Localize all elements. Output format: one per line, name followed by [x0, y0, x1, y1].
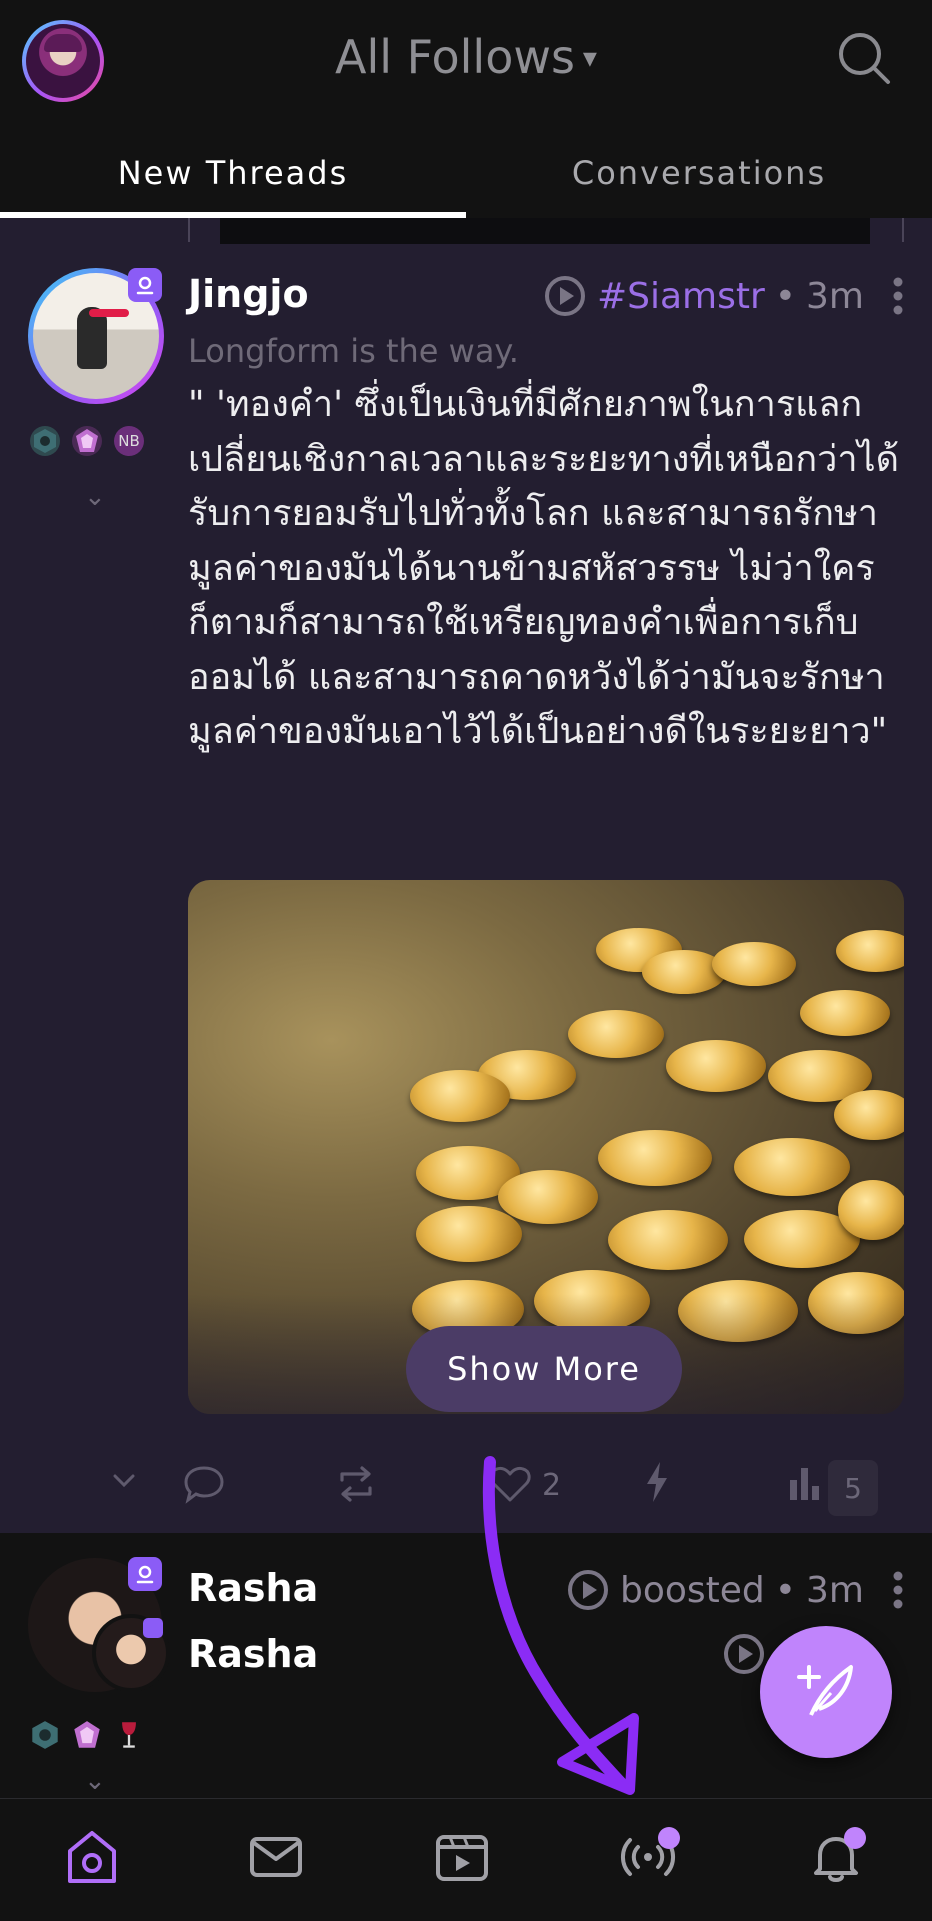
chevron-down-icon[interactable]: [110, 1466, 138, 1494]
repost-icon[interactable]: [332, 1462, 380, 1506]
feed-title: All Follows: [335, 30, 575, 84]
play-icon[interactable]: [543, 274, 587, 318]
boosted-author-name[interactable]: Rasha: [188, 1632, 318, 1676]
gold-coin: [568, 1010, 664, 1058]
gold-coin: [838, 1180, 904, 1240]
stats-count[interactable]: 5: [828, 1460, 878, 1516]
live-indicator-dot: [658, 1827, 680, 1849]
notification-dot: [844, 1827, 866, 1849]
badge-wine-glass-icon: [122, 1722, 136, 1748]
top-bar: All Follows ▾: [0, 0, 932, 128]
badge-gem-icon: [74, 1721, 100, 1748]
bottom-navigation: [0, 1798, 932, 1921]
stats-icon[interactable]: [788, 1464, 822, 1502]
more-options-icon[interactable]: [892, 276, 904, 316]
meta-separator: •: [774, 275, 797, 317]
more-options-icon[interactable]: [892, 1570, 904, 1610]
small-verified-badge-icon: [143, 1618, 163, 1638]
post-meta: #Siamstr • 3m: [543, 274, 904, 318]
feed-tabs: New Threads Conversations: [0, 128, 932, 219]
gold-coin: [734, 1138, 850, 1196]
post-actions: [0, 1456, 932, 1516]
boost-time: 3m: [806, 1569, 864, 1611]
gold-coin: [608, 1210, 728, 1270]
author-subtitle: Longform is the way.: [188, 332, 519, 370]
badge-hexagon-icon: [30, 426, 60, 456]
play-icon[interactable]: [566, 1568, 610, 1612]
author-name[interactable]: Jingjo: [188, 272, 309, 316]
gold-coin: [416, 1206, 522, 1262]
hashtag-link[interactable]: #Siamstr: [597, 276, 765, 317]
verified-badge-icon: [128, 1557, 162, 1591]
gold-coin: [498, 1170, 598, 1224]
boosted-label: boosted: [620, 1569, 765, 1611]
post-time: 3m: [806, 275, 864, 317]
compose-button[interactable]: [760, 1626, 892, 1758]
media-icon[interactable]: [432, 1827, 492, 1887]
feed-selector[interactable]: All Follows ▾: [0, 30, 932, 84]
booster-name[interactable]: Rasha: [188, 1566, 318, 1610]
messages-icon[interactable]: [246, 1827, 306, 1887]
gold-coin: [800, 990, 890, 1036]
post-text: " 'ทองคำ' ซึ่งเป็นเงินที่มีศักยภาพในการแ…: [188, 384, 900, 752]
badge-nb: NB: [114, 426, 144, 456]
chevron-down-icon: ▾: [582, 41, 597, 74]
gold-coin: [712, 942, 796, 986]
show-more-button[interactable]: Show More: [406, 1326, 682, 1412]
gold-coin: [666, 1040, 766, 1092]
booster-badges: [30, 1720, 144, 1750]
like-icon[interactable]: [488, 1464, 532, 1504]
tab-conversations[interactable]: Conversations: [466, 128, 932, 218]
author-badges: NB: [30, 426, 144, 456]
expand-chevron-icon[interactable]: ⌄: [84, 1766, 106, 1796]
tab-new-threads[interactable]: New Threads: [0, 128, 466, 218]
home-icon[interactable]: [62, 1827, 122, 1887]
previous-post-image-edge: [220, 218, 870, 244]
badge-hexagon-icon: [32, 1721, 58, 1749]
compose-feather-icon: [797, 1665, 853, 1716]
gold-coin: [410, 1070, 510, 1122]
gold-coin: [836, 930, 904, 972]
like-count: 2: [542, 1468, 562, 1503]
boost-meta: boosted • 3m: [566, 1568, 904, 1612]
verified-badge-icon: [128, 268, 162, 302]
meta-separator: •: [774, 1569, 797, 1611]
gold-coin: [834, 1090, 904, 1140]
gold-coin: [598, 1130, 712, 1186]
search-icon[interactable]: [836, 30, 892, 86]
reply-icon[interactable]: [182, 1462, 226, 1506]
expand-chevron-icon[interactable]: ⌄: [84, 482, 106, 512]
badge-gem-icon: [72, 426, 102, 456]
zap-icon[interactable]: [644, 1460, 670, 1504]
thread-line: [188, 218, 190, 242]
play-icon[interactable]: [722, 1632, 766, 1676]
thread-line: [902, 218, 904, 242]
